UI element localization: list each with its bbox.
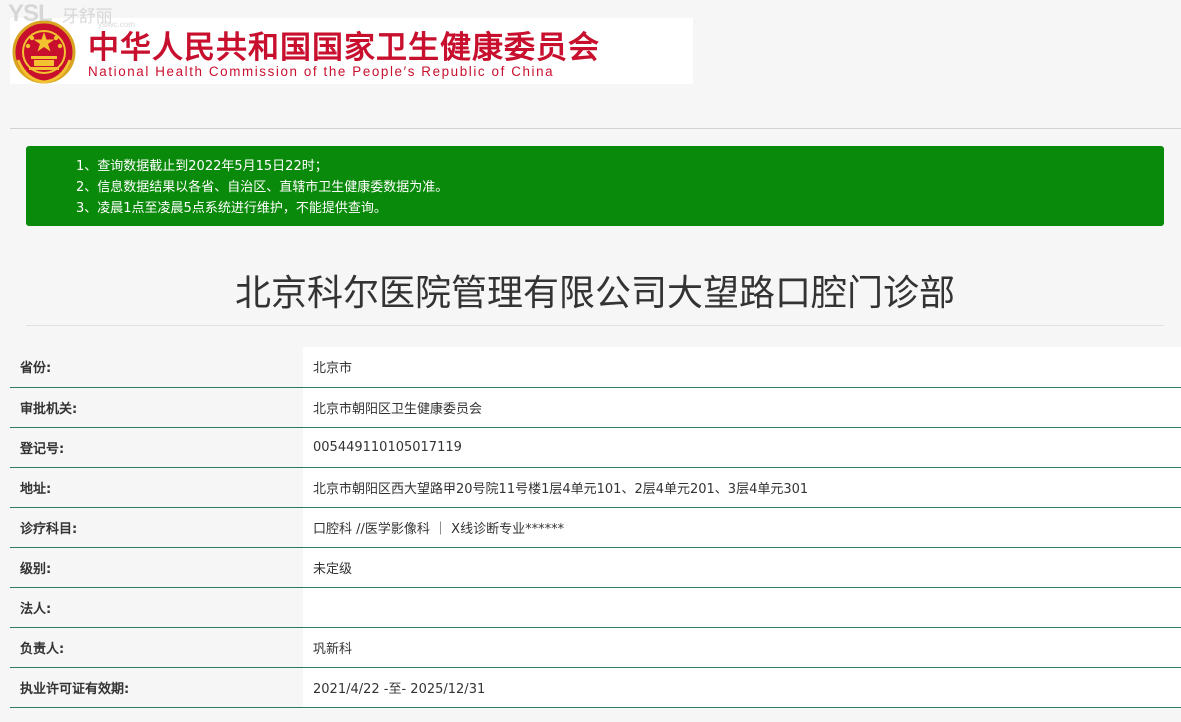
notice-line: 3、凌晨1点至凌晨5点系统进行维护，不能提供查询。 [76, 201, 387, 216]
field-label: 地址: [10, 467, 303, 508]
field-label: 执业许可证有效期: [10, 667, 303, 708]
title-divider [26, 325, 1164, 326]
field-label: 登记号: [10, 427, 303, 468]
field-label: 法人: [10, 587, 303, 628]
table-row: 登记号: 005449110105017119 [10, 427, 1181, 468]
field-value: 005449110105017119 [303, 427, 1181, 468]
watermark-brand: YSL [8, 0, 53, 27]
table-row: 诊疗科目: 口腔科 //医学影像科 ｜ X线诊断专业****** [10, 507, 1181, 548]
field-value: 北京市朝阳区西大望路甲20号院11号楼1层4单元101、2层4单元201、3层4… [303, 467, 1181, 508]
watermark-url: yslwc.com [98, 20, 135, 29]
table-row: 级别: 未定级 [10, 547, 1181, 588]
field-value: 巩新科 [303, 627, 1181, 668]
national-emblem-icon [12, 20, 76, 84]
field-label: 诊疗科目: [10, 507, 303, 548]
clinic-info-table: 省份: 北京市 审批机关: 北京市朝阳区卫生健康委员会 登记号: 0054491… [10, 347, 1181, 708]
table-row: 执业许可证有效期: 2021/4/22 -至- 2025/12/31 [10, 667, 1181, 708]
clinic-title: 北京科尔医院管理有限公司大望路口腔门诊部 [234, 273, 955, 314]
notice-box: 1、查询数据截止到2022年5月15日22时； 2、信息数据结果以各省、自治区、… [26, 146, 1164, 226]
table-row: 法人: [10, 587, 1181, 628]
notice-line: 2、信息数据结果以各省、自治区、直辖市卫生健康委数据为准。 [76, 180, 449, 195]
org-name-cn: 中华人民共和国国家卫生健康委员会 [88, 30, 600, 66]
field-value [303, 587, 1181, 628]
header-divider [10, 128, 1181, 129]
watermark: YSL 牙舒丽 yslwc.com [8, 0, 135, 29]
field-value: 北京市朝阳区卫生健康委员会 [303, 387, 1181, 428]
table-row: 地址: 北京市朝阳区西大望路甲20号院11号楼1层4单元101、2层4单元201… [10, 467, 1181, 508]
field-label: 审批机关: [10, 387, 303, 428]
field-label: 负责人: [10, 627, 303, 668]
field-value: 2021/4/22 -至- 2025/12/31 [303, 667, 1181, 708]
notice-line: 1、查询数据截止到2022年5月15日22时； [76, 159, 328, 174]
org-name-en: National Health Commission of the People… [88, 64, 555, 79]
field-label: 级别: [10, 547, 303, 588]
field-value: 未定级 [303, 547, 1181, 588]
field-label: 省份: [10, 347, 303, 388]
table-row: 审批机关: 北京市朝阳区卫生健康委员会 [10, 387, 1181, 428]
table-row: 负责人: 巩新科 [10, 627, 1181, 668]
field-value: 口腔科 //医学影像科 ｜ X线诊断专业****** [303, 507, 1181, 548]
table-row: 省份: 北京市 [10, 347, 1181, 388]
field-value: 北京市 [303, 347, 1181, 388]
